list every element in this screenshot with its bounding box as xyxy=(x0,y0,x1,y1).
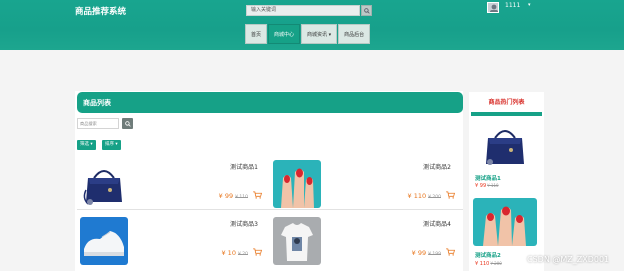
old-price: ¥ 110 xyxy=(487,183,499,188)
hot-item-name[interactable]: 测试商品1 xyxy=(475,174,501,182)
old-price: ¥ 200 xyxy=(428,195,441,200)
hot-list-title-bar xyxy=(471,112,542,116)
site-title: 商品推荐系统 xyxy=(75,7,127,17)
product-price: ¥ 99 ¥ 110 xyxy=(219,192,248,200)
product-price: ¥ 10 ¥ 20 xyxy=(221,249,248,257)
user-menu-caret[interactable]: ▾ xyxy=(528,2,531,8)
product-image-nails[interactable] xyxy=(273,160,321,208)
nav-mall-news[interactable]: 商城资讯 ▾ xyxy=(301,24,338,44)
price-value: ¥ 99 xyxy=(411,249,427,257)
search-icon xyxy=(124,120,131,127)
old-price: ¥ 20 xyxy=(237,252,248,257)
product-image-tshirt[interactable] xyxy=(273,217,321,265)
keyword-search-button[interactable] xyxy=(122,118,133,129)
search-icon xyxy=(363,7,370,14)
product-card[interactable]: 测试商品1 ¥ 99 ¥ 110 xyxy=(80,160,266,210)
cart-icon[interactable] xyxy=(446,191,455,199)
old-price: ¥ 200 xyxy=(490,261,502,266)
product-name[interactable]: 测试商品1 xyxy=(230,162,258,171)
old-price: ¥ 110 xyxy=(235,195,248,200)
hot-item-image-bag[interactable] xyxy=(473,120,537,168)
product-name[interactable]: 测试商品2 xyxy=(423,162,451,171)
cart-icon[interactable] xyxy=(253,191,262,199)
nav-home[interactable]: 首页 xyxy=(245,24,268,44)
username[interactable]: 1111 xyxy=(505,2,520,9)
product-list-title: 商品列表 xyxy=(83,99,111,107)
hot-item-price: ¥ 99¥ 110 xyxy=(475,183,499,189)
hot-list-title: 商品热门列表 xyxy=(488,99,525,106)
product-card[interactable]: 测试商品3 ¥ 10 ¥ 20 xyxy=(80,217,266,267)
row-divider xyxy=(77,209,463,210)
search-button[interactable] xyxy=(361,5,372,16)
old-price: ¥ 199 xyxy=(428,252,441,257)
main-nav: 首页 商城中心 商城资讯 ▾ 商品后台 xyxy=(245,24,371,44)
product-name[interactable]: 测试商品4 xyxy=(423,219,451,228)
avatar-icon xyxy=(488,3,498,12)
product-image-bag[interactable] xyxy=(80,160,128,208)
filter-button[interactable]: 筛选 ▾ xyxy=(77,140,96,150)
keyword-input[interactable]: 商品搜索 xyxy=(77,118,119,129)
price-value: ¥ 110 xyxy=(407,192,427,200)
product-list-header: 商品列表 xyxy=(77,92,463,113)
price-value: ¥ 99 xyxy=(218,192,234,200)
product-price: ¥ 99 ¥ 199 xyxy=(412,249,441,257)
cart-icon[interactable] xyxy=(253,248,262,256)
product-image-shoes[interactable] xyxy=(80,217,128,265)
nav-mall-center[interactable]: 商城中心 xyxy=(268,24,301,44)
price-value: ¥ 110 xyxy=(475,261,490,267)
hot-item-price: ¥ 110¥ 200 xyxy=(475,261,502,267)
search-input[interactable]: 输入关键词 xyxy=(246,5,360,16)
watermark: CSDN @MZ_ZXD001 xyxy=(527,255,610,264)
cart-icon[interactable] xyxy=(446,248,455,256)
hot-item-name[interactable]: 测试商品2 xyxy=(475,251,501,259)
nav-admin[interactable]: 商品后台 xyxy=(338,24,371,44)
hot-item-image-nails[interactable] xyxy=(473,198,537,246)
product-name[interactable]: 测试商品3 xyxy=(230,219,258,228)
price-value: ¥ 10 xyxy=(221,249,236,257)
price-value: ¥ 99 xyxy=(475,183,487,189)
product-price: ¥ 110 ¥ 200 xyxy=(408,192,442,200)
product-card[interactable]: 测试商品4 ¥ 99 ¥ 199 xyxy=(273,217,459,267)
product-card[interactable]: 测试商品2 ¥ 110 ¥ 200 xyxy=(273,160,459,210)
sort-button[interactable]: 排序 ▾ xyxy=(102,140,121,150)
user-avatar[interactable] xyxy=(487,2,499,13)
